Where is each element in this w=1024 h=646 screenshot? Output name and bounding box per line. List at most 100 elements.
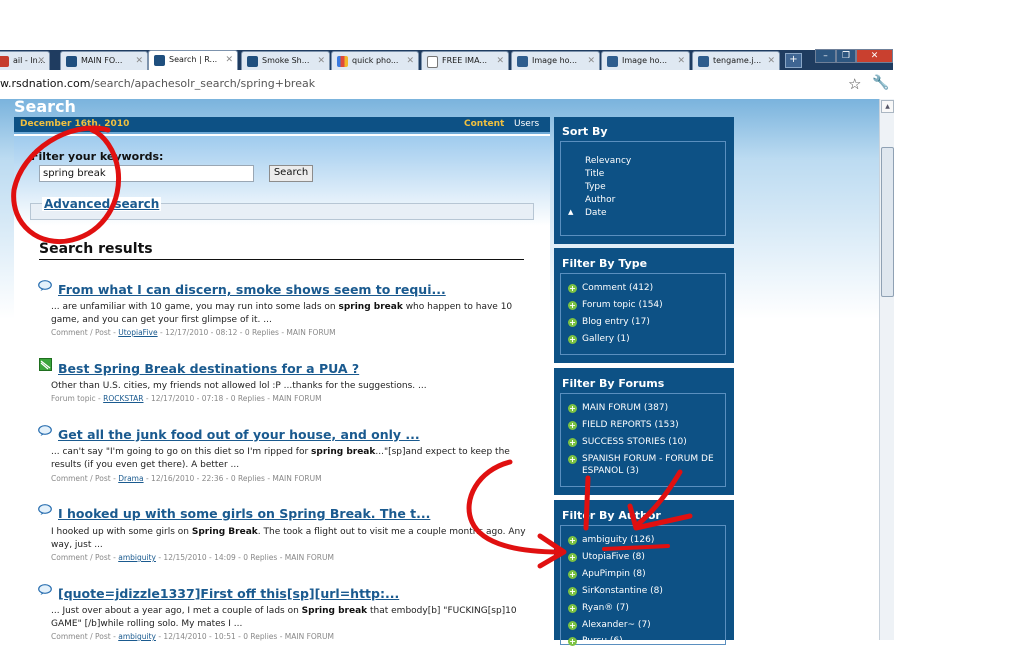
result-snippet: ... are unfamiliar with 10 game, you may… xyxy=(51,302,513,325)
forum-topic-icon xyxy=(39,358,52,371)
google-icon xyxy=(337,56,348,67)
url-text[interactable]: w.rsdnation.com/search/apachesolr_search… xyxy=(0,77,315,90)
tab-content[interactable]: Content xyxy=(464,119,504,129)
comment-icon xyxy=(38,504,52,515)
result-author-link[interactable]: ambiguity xyxy=(118,553,156,562)
browser-tab-search[interactable]: Search | R... ✕ xyxy=(148,50,238,70)
browser-tab-free-image[interactable]: FREE IMA... ✕ xyxy=(421,51,509,70)
filter-author-sirkonstantine[interactable]: + SirKonstantine (8) xyxy=(568,586,663,596)
tab-users[interactable]: Users xyxy=(514,119,539,129)
plus-icon: + xyxy=(568,455,577,464)
result-title[interactable]: Get all the junk food out of your house,… xyxy=(58,427,420,442)
result-author-link[interactable]: Drama xyxy=(118,474,143,483)
plus-icon: + xyxy=(568,587,577,596)
address-bar[interactable]: w.rsdnation.com/search/apachesolr_search… xyxy=(0,70,893,100)
sort-option-relevancy[interactable]: Relevancy xyxy=(585,156,631,166)
photobucket-icon xyxy=(698,56,709,67)
filter-type-heading: Filter By Type xyxy=(562,257,648,270)
browser-tab-image-host-1[interactable]: Image ho... ✕ xyxy=(511,51,600,70)
result-meta: Comment / Post - ambiguity - 12/15/2010 … xyxy=(51,553,334,562)
browser-tab-smoke-shows[interactable]: Smoke Sh... ✕ xyxy=(241,51,330,70)
minimize-icon[interactable]: – xyxy=(815,49,836,63)
page-title: Search xyxy=(14,97,76,116)
gmail-icon xyxy=(0,56,9,67)
result-snippet: Other than U.S. cities, my friends not a… xyxy=(51,381,427,391)
scrollbar[interactable]: ▲ xyxy=(879,99,894,640)
browser-tab-image-host-2[interactable]: Image ho... ✕ xyxy=(601,51,690,70)
sort-option-title[interactable]: Title xyxy=(585,169,604,179)
filter-forum-main[interactable]: + MAIN FORUM (387) xyxy=(568,403,668,413)
close-tab-icon[interactable]: ✕ xyxy=(677,52,685,70)
wrench-icon[interactable]: 🔧 xyxy=(872,75,889,91)
close-window-icon[interactable]: ✕ xyxy=(856,49,893,63)
browser-tab-tengame[interactable]: tengame.j... ✕ xyxy=(692,51,780,70)
scroll-thumb[interactable] xyxy=(881,147,894,297)
filter-author-heading: Filter By Author xyxy=(562,509,661,522)
comment-icon xyxy=(38,425,52,436)
result-snippet: ... Just over about a year ago, I met a … xyxy=(51,606,517,629)
plus-icon: + xyxy=(568,637,577,646)
close-tab-icon[interactable]: ✕ xyxy=(225,51,233,69)
result-title[interactable]: [quote=jdizzle1337]First off this[sp][ur… xyxy=(58,586,399,601)
filter-type-blog-entry[interactable]: + Blog entry (17) xyxy=(568,317,650,327)
result-title[interactable]: Best Spring Break destinations for a PUA… xyxy=(58,361,359,376)
new-tab-button[interactable]: + xyxy=(785,53,802,68)
result-author-link[interactable]: ROCKSTAR xyxy=(103,394,143,403)
keywords-input[interactable] xyxy=(39,165,254,182)
plus-icon: + xyxy=(568,421,577,430)
close-tab-icon[interactable]: ✕ xyxy=(496,52,504,70)
browser-tab-gmail[interactable]: ail - In... ✕ xyxy=(0,51,50,70)
close-tab-icon[interactable]: ✕ xyxy=(317,52,325,70)
filter-forum-success-stories[interactable]: + SUCCESS STORIES (10) xyxy=(568,437,687,447)
close-tab-icon[interactable]: ✕ xyxy=(587,52,595,70)
filter-author-ryan[interactable]: + Ryan® (7) xyxy=(568,603,629,613)
browser-tab-main-forum[interactable]: MAIN FO... ✕ xyxy=(60,51,148,70)
filter-type-comment[interactable]: + Comment (412) xyxy=(568,283,653,293)
filter-author-apupimpin[interactable]: + ApuPimpin (8) xyxy=(568,569,646,579)
filter-author-utopiafive[interactable]: + UtopiaFive (8) xyxy=(568,552,645,562)
plus-icon: + xyxy=(568,301,577,310)
filter-forum-spanish[interactable]: + SPANISH FORUM - FORUM DE xyxy=(568,454,714,464)
scroll-up-icon[interactable]: ▲ xyxy=(881,100,894,113)
close-tab-icon[interactable]: ✕ xyxy=(406,52,414,70)
plus-icon: + xyxy=(568,284,577,293)
close-tab-icon[interactable]: ✕ xyxy=(767,52,775,70)
sort-option-type[interactable]: Type xyxy=(585,182,606,192)
current-date: December 16th, 2010 xyxy=(20,119,130,129)
filter-type-forum-topic[interactable]: + Forum topic (154) xyxy=(568,300,663,310)
result-title[interactable]: From what I can discern, smoke shows see… xyxy=(58,282,446,297)
filter-author-alexander[interactable]: + Alexander~ (7) xyxy=(568,620,651,630)
result-meta: Forum topic - ROCKSTAR - 12/17/2010 - 07… xyxy=(51,394,322,403)
search-button[interactable]: Search xyxy=(269,165,313,182)
results-heading: Search results xyxy=(39,241,153,257)
filter-type-gallery[interactable]: + Gallery (1) xyxy=(568,334,630,344)
close-tab-icon[interactable]: ✕ xyxy=(37,52,45,70)
bookmark-star-icon[interactable]: ☆ xyxy=(848,75,861,93)
result-title[interactable]: I hooked up with some girls on Spring Br… xyxy=(58,506,430,521)
filter-forums-block: Filter By Forums + MAIN FORUM (387) + FIEL… xyxy=(554,368,734,495)
plus-icon: + xyxy=(568,404,577,413)
sort-option-author[interactable]: Author xyxy=(585,195,615,205)
page-icon xyxy=(427,56,438,68)
maximize-icon[interactable]: ❐ xyxy=(836,49,856,63)
plus-icon: + xyxy=(568,553,577,562)
rsd-icon xyxy=(66,56,77,67)
date-strip: December 16th, 2010 Content Users xyxy=(14,117,550,134)
comment-icon xyxy=(38,584,52,595)
advanced-search-link[interactable]: Advanced search xyxy=(42,197,162,211)
close-tab-icon[interactable]: ✕ xyxy=(135,52,143,70)
filter-author-pursu[interactable]: + Pursu (6) xyxy=(568,636,623,646)
comment-icon xyxy=(38,280,52,291)
filter-forum-field-reports[interactable]: + FIELD REPORTS (153) xyxy=(568,420,679,430)
results-divider xyxy=(39,259,524,260)
filter-forum-spanish-cont[interactable]: ESPANOL (3) xyxy=(582,466,639,476)
sort-option-date[interactable]: Date xyxy=(585,208,607,218)
plus-icon: + xyxy=(568,438,577,447)
rsd-icon xyxy=(154,55,165,66)
result-author-link[interactable]: UtopiaFive xyxy=(118,328,157,337)
result-snippet: I hooked up with some girls on Spring Br… xyxy=(51,527,526,550)
browser-tab-quick-photo[interactable]: quick pho... ✕ xyxy=(331,51,419,70)
filter-author-ambiguity[interactable]: + ambiguity (126) xyxy=(568,535,654,545)
plus-icon: + xyxy=(568,621,577,630)
plus-icon: + xyxy=(568,335,577,344)
